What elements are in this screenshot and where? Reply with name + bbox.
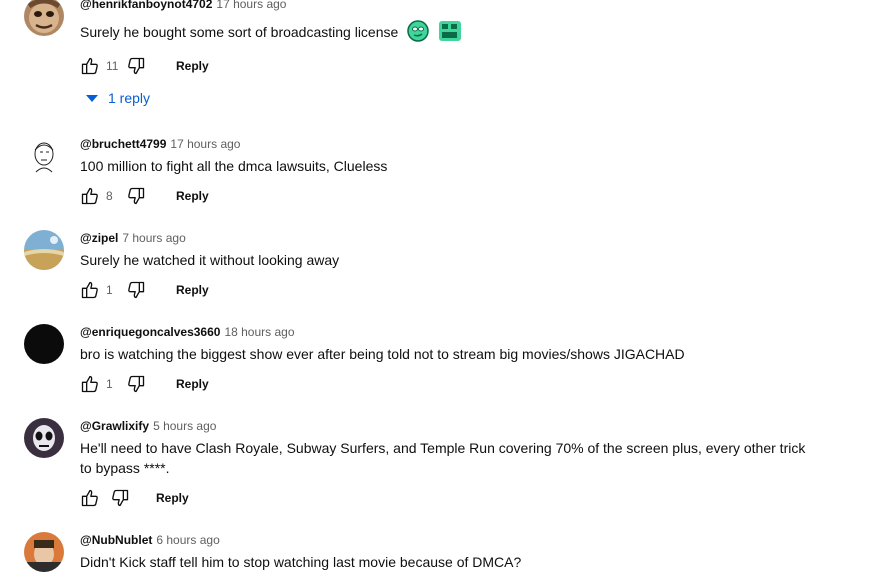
view-replies-button[interactable]: 1 reply <box>86 90 150 106</box>
comment-header: @bruchett4799 17 hours ago <box>80 136 240 152</box>
like-icon[interactable] <box>80 488 100 508</box>
reply-button[interactable]: Reply <box>176 189 209 203</box>
avatar[interactable] <box>24 418 64 458</box>
comment-author[interactable]: @enriquegoncalves3660 <box>80 325 220 339</box>
comment-author[interactable]: @henrikfanboynot4702 <box>80 0 212 11</box>
like-count: 1 <box>106 377 113 391</box>
comment-actions: 1 Reply <box>80 374 209 394</box>
comment-author[interactable]: @Grawlixify <box>80 419 149 433</box>
chevron-down-icon <box>86 90 98 106</box>
like-icon[interactable] <box>80 374 100 394</box>
comment-timestamp[interactable]: 17 hours ago <box>216 0 286 11</box>
comment-header: @Grawlixify 5 hours ago <box>80 418 216 434</box>
comment-actions: Reply <box>80 488 189 508</box>
comment-timestamp[interactable]: 7 hours ago <box>122 231 185 245</box>
reply-button[interactable]: Reply <box>176 59 209 73</box>
avatar[interactable] <box>24 230 64 270</box>
clueless-emote-icon <box>406 20 430 47</box>
comment-header: @enriquegoncalves3660 18 hours ago <box>80 324 295 340</box>
comment-author[interactable]: @bruchett4799 <box>80 137 166 151</box>
comment-timestamp[interactable]: 6 hours ago <box>156 533 219 547</box>
comment-header: @NubNublet 6 hours ago <box>80 532 220 548</box>
comment-timestamp[interactable]: 5 hours ago <box>153 419 216 433</box>
comment-text: Surely he watched it without looking awa… <box>80 252 340 268</box>
comment-text-body: Surely he bought some sort of broadcasti… <box>80 24 399 41</box>
comment-actions: 1 Reply <box>80 280 209 300</box>
replies-count-label: 1 reply <box>108 90 151 106</box>
comment-text: Surely he bought some sort of broadcasti… <box>80 20 820 47</box>
like-count: 11 <box>106 59 119 73</box>
dislike-icon[interactable] <box>126 56 146 76</box>
comment-actions: 11 Reply <box>80 56 209 76</box>
comment-header: @henrikfanboynot4702 17 hours ago <box>80 0 286 12</box>
comment-header: @zipel 7 hours ago <box>80 230 186 246</box>
comment-text: 100 million to fight all the dmca lawsui… <box>80 158 388 174</box>
comment-author[interactable]: @NubNublet <box>80 533 152 547</box>
comment-actions: 8 Reply <box>80 186 209 206</box>
dislike-icon[interactable] <box>126 186 146 206</box>
like-icon[interactable] <box>80 56 100 76</box>
comment-text: He'll need to have Clash Royale, Subway … <box>80 440 806 476</box>
dislike-icon[interactable] <box>126 374 146 394</box>
comment-timestamp[interactable]: 17 hours ago <box>170 137 240 151</box>
like-count: 1 <box>106 283 113 297</box>
bigbrain-emote-icon <box>438 20 462 47</box>
comment-text: Didn't Kick staff tell him to stop watch… <box>80 554 522 570</box>
avatar[interactable] <box>24 0 64 36</box>
reply-button[interactable]: Reply <box>176 283 209 297</box>
dislike-icon[interactable] <box>110 488 130 508</box>
reply-button[interactable]: Reply <box>156 491 189 505</box>
comment-text: bro is watching the biggest show ever af… <box>80 346 685 362</box>
comment-timestamp[interactable]: 18 hours ago <box>224 325 294 339</box>
avatar[interactable] <box>24 324 64 364</box>
avatar[interactable] <box>24 532 64 572</box>
like-count: 8 <box>106 189 113 203</box>
dislike-icon[interactable] <box>126 280 146 300</box>
avatar[interactable] <box>24 136 64 176</box>
reply-button[interactable]: Reply <box>176 377 209 391</box>
like-icon[interactable] <box>80 280 100 300</box>
comment-author[interactable]: @zipel <box>80 231 118 245</box>
like-icon[interactable] <box>80 186 100 206</box>
